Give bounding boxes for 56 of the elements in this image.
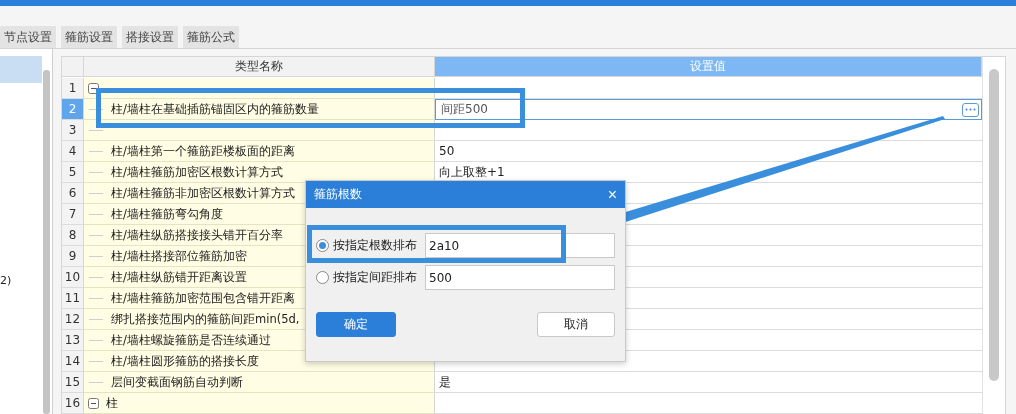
setting-name: 柱/墙柱箍筋非加密区根数计算方式 xyxy=(111,185,295,201)
setting-name: 柱/墙柱螺旋箍筋是否连续通过 xyxy=(111,332,271,348)
tab[interactable]: 箍筋设置 xyxy=(61,26,117,48)
setting-name: 柱/墙柱在基础插筋锚固区内的箍筋数量 xyxy=(111,101,319,117)
row-number[interactable]: 12 xyxy=(62,309,84,330)
option-label[interactable]: 按指定间距排布 xyxy=(333,269,425,286)
row-number[interactable]: 1 xyxy=(62,78,84,99)
tab[interactable]: 节点设置 xyxy=(0,26,56,48)
row-number[interactable]: 7 xyxy=(62,204,84,225)
scrollbar[interactable] xyxy=(989,69,999,381)
setting-name: 柱/墙柱圆形箍筋的搭接长度 xyxy=(111,353,259,369)
row-number[interactable]: 16 xyxy=(62,393,84,414)
ellipsis-icon xyxy=(965,108,976,111)
option-label[interactable]: 按指定根数排布 xyxy=(333,237,425,254)
radio-button[interactable] xyxy=(316,271,329,284)
setting-value: 50 xyxy=(439,144,455,158)
collapse-icon[interactable] xyxy=(88,397,99,409)
row-number[interactable]: 4 xyxy=(62,141,84,162)
row-number[interactable]: 3 xyxy=(62,120,84,141)
row-number[interactable]: 9 xyxy=(62,246,84,267)
setting-name: 柱/墙柱箍筋加密范围包含错开距离 xyxy=(111,290,295,306)
setting-name: 柱/墙柱第一个箍筋距楼板面的距离 xyxy=(111,143,295,159)
setting-name: 柱/墙柱箍筋弯勾角度 xyxy=(111,206,223,222)
setting-name: 柱/墙柱箍筋加密区根数计算方式 xyxy=(111,164,283,180)
radio-button[interactable] xyxy=(316,239,329,252)
column-header[interactable]: 类型名称 xyxy=(84,57,435,77)
cancel-button[interactable]: 取消 xyxy=(537,312,615,337)
tab[interactable]: 箍筋公式 xyxy=(183,26,239,48)
row-number[interactable]: 13 xyxy=(62,330,84,351)
row-number[interactable]: 15 xyxy=(62,372,84,393)
close-button[interactable]: × xyxy=(607,185,617,204)
tab[interactable]: 搭接设置 xyxy=(122,26,178,48)
scrollbar[interactable] xyxy=(43,70,50,414)
row-number[interactable]: 6 xyxy=(62,183,84,204)
row-number[interactable]: 11 xyxy=(62,288,84,309)
setting-name: 柱/墙柱纵筋错开距离设置 xyxy=(111,269,247,285)
input-field[interactable]: 500 xyxy=(425,265,615,290)
setting-name: 柱 xyxy=(106,395,118,411)
setting-name: 层间变截面钢筋自动判断 xyxy=(111,374,243,390)
more-button[interactable] xyxy=(962,102,979,117)
dialog-title: 箍筋根数 xyxy=(314,186,362,203)
row-number[interactable]: 5 xyxy=(62,162,84,183)
setting-value: 是 xyxy=(439,373,451,391)
confirm-button[interactable]: 确定 xyxy=(316,312,396,337)
setting-name: 绑扎搭接范围内的箍筋间距min(5d, xyxy=(111,311,300,327)
list-item-text[interactable]: 2) xyxy=(0,274,42,287)
setting-value: 向上取整+1 xyxy=(439,163,505,181)
setting-name: 柱/墙柱纵筋搭接接头错开百分率 xyxy=(111,227,283,243)
row-number[interactable]: 10 xyxy=(62,267,84,288)
value-editor[interactable]: 间距500 xyxy=(435,99,982,120)
setting-name: 柱/墙柱搭接部位箍筋加密 xyxy=(111,248,247,264)
collapse-icon[interactable] xyxy=(88,82,99,94)
input-field[interactable]: 2a10 xyxy=(425,233,615,258)
setting-value: 间距500 xyxy=(441,101,488,118)
row-number[interactable]: 8 xyxy=(62,225,84,246)
row-number[interactable]: 14 xyxy=(62,351,84,372)
